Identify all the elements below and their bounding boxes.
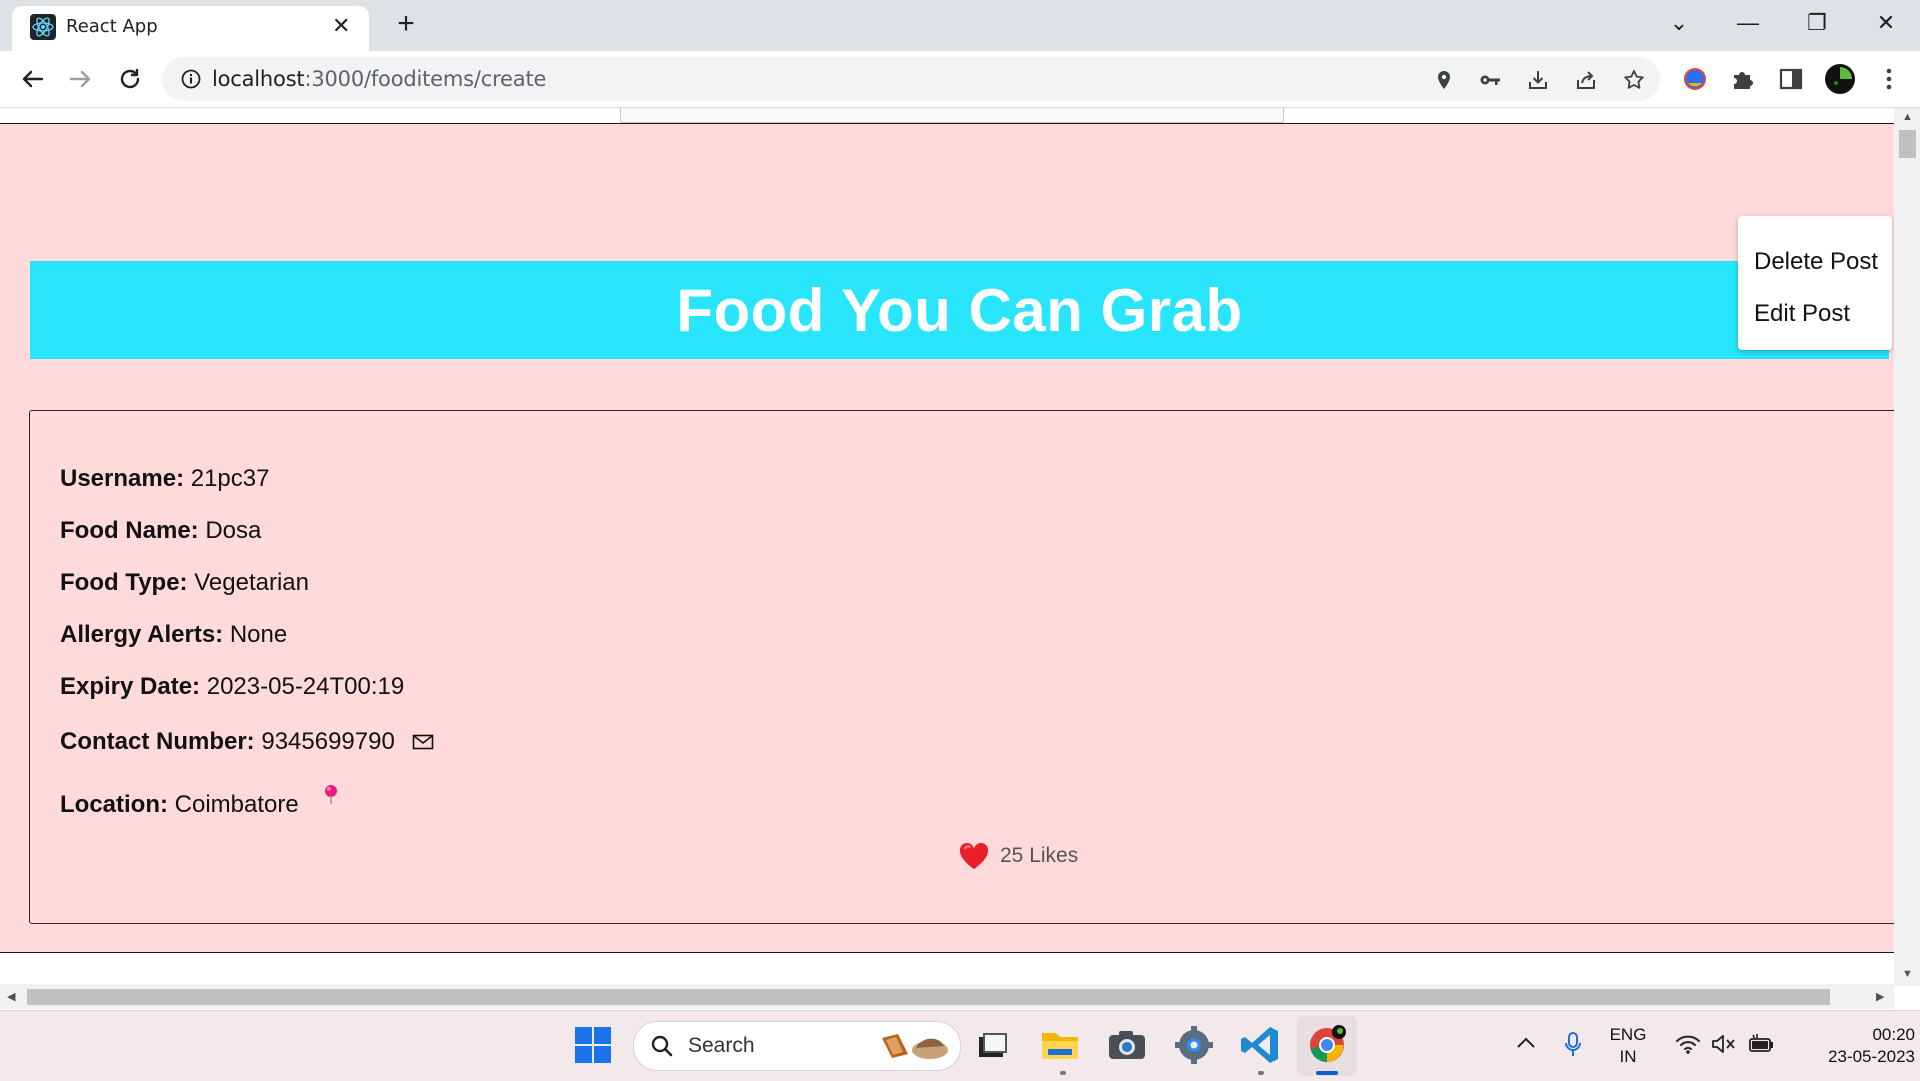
- page-viewport: Food You Can Grab Username: 21pc37 Food …: [0, 108, 1894, 986]
- clock-date: 23-05-2023: [1828, 1047, 1915, 1066]
- windows-taskbar: Search ENG IN 00:20 23-05-2023: [0, 1010, 1920, 1081]
- browser-tab-strip: React App ✕ + ⌄ — ❐ ✕: [0, 0, 1920, 51]
- url-text[interactable]: localhost:3000/fooditems/create: [212, 67, 546, 91]
- key-icon[interactable]: [1478, 68, 1502, 92]
- page-container: Food You Can Grab Username: 21pc37 Food …: [0, 123, 1894, 953]
- page-title: Food You Can Grab: [676, 276, 1243, 344]
- horizontal-scroll-thumb[interactable]: [27, 989, 1830, 1005]
- contact-field: Contact Number: 9345699790: [60, 728, 434, 756]
- bookmark-star-icon[interactable]: [1622, 68, 1646, 92]
- camera-icon[interactable]: [1105, 1023, 1149, 1067]
- post-options-menu: Delete Post Edit Post: [1738, 216, 1892, 350]
- battery-charging-icon[interactable]: [1747, 1033, 1775, 1055]
- food-name-field: Food Name: Dosa: [60, 517, 261, 545]
- expiry-label: Expiry Date:: [60, 673, 201, 700]
- allergy-field: Allergy Alerts: None: [60, 621, 287, 649]
- food-name-value: Dosa: [205, 517, 262, 544]
- region-code: IN: [1619, 1047, 1637, 1066]
- language-code: ENG: [1609, 1025, 1647, 1044]
- food-type-value: Vegetarian: [194, 569, 309, 596]
- food-post-card: Username: 21pc37 Food Name: Dosa Food Ty…: [29, 410, 1894, 924]
- extensions-puzzle-icon[interactable]: [1730, 66, 1756, 92]
- restore-button[interactable]: ❐: [1799, 8, 1835, 38]
- site-info-icon[interactable]: [180, 68, 202, 90]
- file-explorer-icon[interactable]: [1038, 1023, 1082, 1067]
- top-strip: [620, 108, 1284, 123]
- volume-muted-icon[interactable]: [1711, 1033, 1737, 1055]
- location-icon[interactable]: [1432, 68, 1456, 92]
- react-logo-icon: [30, 14, 56, 40]
- vscode-icon[interactable]: [1238, 1023, 1282, 1067]
- location-field: Location: Coimbatore: [60, 784, 339, 819]
- profile-avatar[interactable]: [1824, 63, 1856, 95]
- tab-close-icon[interactable]: ✕: [332, 15, 350, 37]
- food-name-label: Food Name:: [60, 517, 199, 544]
- close-window-button[interactable]: ✕: [1868, 8, 1904, 38]
- food-type-label: Food Type:: [60, 569, 188, 596]
- open-app-indicator: [1060, 1071, 1066, 1075]
- expiry-field: Expiry Date: 2023-05-24T00:19: [60, 673, 404, 701]
- contact-label: Contact Number:: [60, 728, 255, 755]
- horizontal-scrollbar[interactable]: ◀ ▶: [0, 984, 1894, 1009]
- extension-color-icon[interactable]: [1682, 66, 1708, 92]
- location-label: Location:: [60, 791, 168, 818]
- page-banner: Food You Can Grab: [30, 261, 1889, 359]
- location-value: Coimbatore: [174, 791, 299, 818]
- search-label: Search: [688, 1034, 755, 1057]
- reload-icon[interactable]: [114, 63, 146, 95]
- edit-post-button[interactable]: Edit Post: [1754, 300, 1850, 328]
- allergy-label: Allergy Alerts:: [60, 621, 224, 648]
- contact-value: 9345699790: [261, 728, 395, 755]
- search-highlight-icon: [882, 1034, 948, 1059]
- clock-time: 00:20: [1872, 1025, 1915, 1044]
- vertical-scroll-thumb[interactable]: [1899, 130, 1916, 158]
- microphone-icon[interactable]: [1563, 1031, 1583, 1059]
- tab-search-icon[interactable]: ⌄: [1661, 8, 1697, 38]
- tab-title: React App: [66, 16, 158, 37]
- scroll-right-arrow-icon[interactable]: ▶: [1876, 990, 1884, 1003]
- location-pin-icon[interactable]: [323, 784, 339, 806]
- browser-tab[interactable]: React App ✕: [12, 6, 369, 51]
- username-value: 21pc37: [190, 465, 270, 492]
- food-type-field: Food Type: Vegetarian: [60, 569, 309, 597]
- mail-icon[interactable]: [412, 733, 434, 751]
- new-tab-button[interactable]: +: [389, 7, 423, 41]
- allergy-value: None: [229, 621, 288, 648]
- scroll-left-arrow-icon[interactable]: ◀: [7, 990, 15, 1003]
- delete-post-button[interactable]: Delete Post: [1754, 248, 1878, 276]
- side-panel-icon[interactable]: [1778, 66, 1804, 92]
- username-field: Username: 21pc37: [60, 465, 269, 493]
- settings-icon[interactable]: [1172, 1023, 1216, 1067]
- scroll-up-arrow-icon[interactable]: ▲: [1902, 111, 1913, 123]
- forward-arrow-icon[interactable]: [65, 63, 97, 95]
- browser-toolbar: localhost:3000/fooditems/create: [0, 51, 1920, 108]
- expiry-value: 2023-05-24T00:19: [206, 673, 405, 700]
- more-menu-icon[interactable]: [1876, 66, 1902, 92]
- likes-row: 25 Likes: [958, 841, 1078, 871]
- file-manager-icon[interactable]: [971, 1023, 1015, 1067]
- back-arrow-icon[interactable]: [16, 63, 48, 95]
- scroll-down-arrow-icon[interactable]: ▼: [1902, 968, 1913, 980]
- chevron-up-icon[interactable]: [1515, 1035, 1537, 1051]
- taskbar-search[interactable]: Search: [633, 1021, 961, 1071]
- share-icon[interactable]: [1574, 68, 1598, 92]
- vertical-scrollbar[interactable]: ▲ ▼: [1894, 108, 1920, 986]
- open-app-indicator: [1258, 1071, 1264, 1075]
- username-label: Username:: [60, 465, 185, 492]
- chrome-icon[interactable]: [1305, 1023, 1349, 1067]
- likes-count: 25 Likes: [1000, 844, 1079, 867]
- language-indicator[interactable]: ENG IN: [1608, 1024, 1648, 1068]
- minimize-button[interactable]: —: [1730, 8, 1766, 38]
- windows-start-icon[interactable]: [571, 1023, 615, 1067]
- heart-icon[interactable]: [958, 841, 990, 871]
- search-icon: [651, 1035, 673, 1057]
- system-clock[interactable]: 00:20 23-05-2023: [1795, 1024, 1915, 1068]
- install-app-icon[interactable]: [1526, 68, 1550, 92]
- address-bar[interactable]: localhost:3000/fooditems/create: [162, 57, 1660, 101]
- active-app-indicator: [1316, 1071, 1338, 1075]
- wifi-icon[interactable]: [1675, 1033, 1701, 1055]
